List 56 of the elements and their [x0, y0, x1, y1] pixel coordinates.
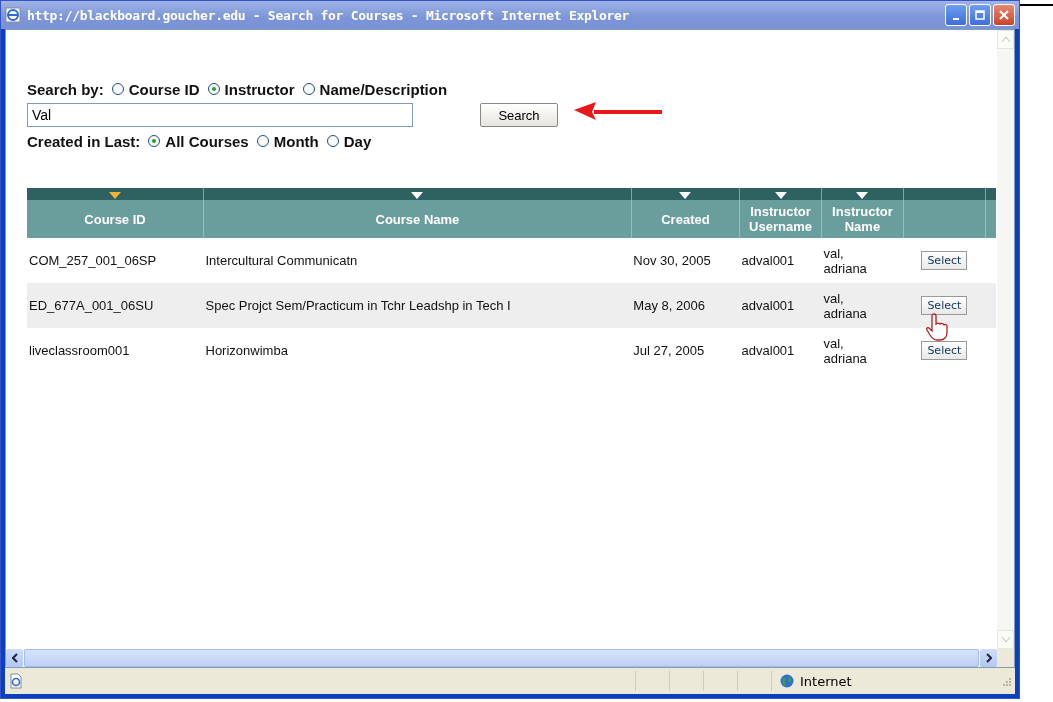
scroll-left-icon[interactable]	[11, 653, 18, 663]
table-cell: May 8, 2006	[631, 283, 740, 328]
zone-label: Internet	[800, 673, 852, 689]
search-by-label: Search by:	[27, 80, 104, 98]
select-button[interactable]: Select	[921, 251, 968, 270]
scroll-right-icon[interactable]	[985, 653, 992, 663]
horizontal-scrollbar[interactable]	[5, 649, 1015, 668]
pointer-arrow-icon	[572, 101, 664, 123]
radio-label: Day	[343, 132, 372, 150]
radio-button[interactable]	[256, 135, 269, 147]
search-button[interactable]: Search	[480, 103, 558, 127]
radio-button[interactable]	[207, 83, 220, 95]
table-cell: val, adriana	[821, 283, 904, 328]
table-cell: val, adriana	[821, 328, 904, 373]
select-button[interactable]: Select	[921, 296, 968, 315]
created-in-last-label: Created in Last:	[27, 132, 141, 150]
table-cell: COM_257_001_06SP	[27, 238, 204, 283]
globe-icon	[780, 674, 794, 688]
maximize-button[interactable]	[969, 4, 991, 26]
table-cell: ED_677A_001_06SU	[27, 283, 204, 328]
radio-label: Instructor	[224, 80, 295, 98]
table-cell: Intercultural Communicatn	[203, 238, 632, 283]
radio-label: Name/Description	[319, 80, 448, 98]
sort-arrow-icon[interactable]	[411, 191, 424, 199]
table-cell: Spec Projct Sem/Practicum in Tchr Leadshp in Tech I	[203, 283, 632, 328]
radio-button[interactable]	[148, 135, 161, 147]
table-cell: adval001	[739, 328, 822, 373]
hand-cursor-icon	[926, 312, 950, 342]
browser-logo-icon	[5, 7, 21, 23]
page-icon	[8, 673, 24, 689]
radio-label: Course ID	[128, 80, 200, 98]
radio-button[interactable]	[111, 83, 124, 95]
search-field[interactable]: Val	[27, 103, 413, 127]
radio-button[interactable]	[326, 135, 339, 147]
table-cell: Horizonwimba	[203, 328, 632, 373]
close-button[interactable]	[993, 4, 1015, 26]
table-cell: val, adriana	[821, 238, 904, 283]
radio-label: All Courses	[165, 132, 249, 150]
minimize-button[interactable]	[945, 4, 967, 26]
select-button[interactable]: Select	[921, 341, 968, 360]
sort-arrow-icon[interactable]	[774, 191, 787, 199]
window-title: http://blackboard.goucher.edu - Search for Courses - Microsoft Internet Explorer	[27, 7, 631, 23]
radio-button[interactable]	[302, 83, 315, 95]
table-cell: adval001	[739, 283, 822, 328]
minimize-icon	[953, 18, 959, 20]
table-cell: Jul 27, 2005	[631, 328, 740, 373]
resize-grip-icon[interactable]	[1000, 675, 1012, 687]
radio-label: Month	[273, 132, 319, 150]
table-cell: liveclassroom001	[27, 328, 204, 373]
maximize-icon	[975, 10, 985, 20]
table-cell: adval001	[739, 238, 822, 283]
close-icon	[999, 10, 1009, 20]
table-cell: Nov 30, 2005	[631, 238, 740, 283]
sort-arrow-icon[interactable]	[109, 191, 121, 199]
sort-arrow-icon[interactable]	[679, 191, 692, 199]
sort-arrow-icon[interactable]	[856, 191, 869, 199]
